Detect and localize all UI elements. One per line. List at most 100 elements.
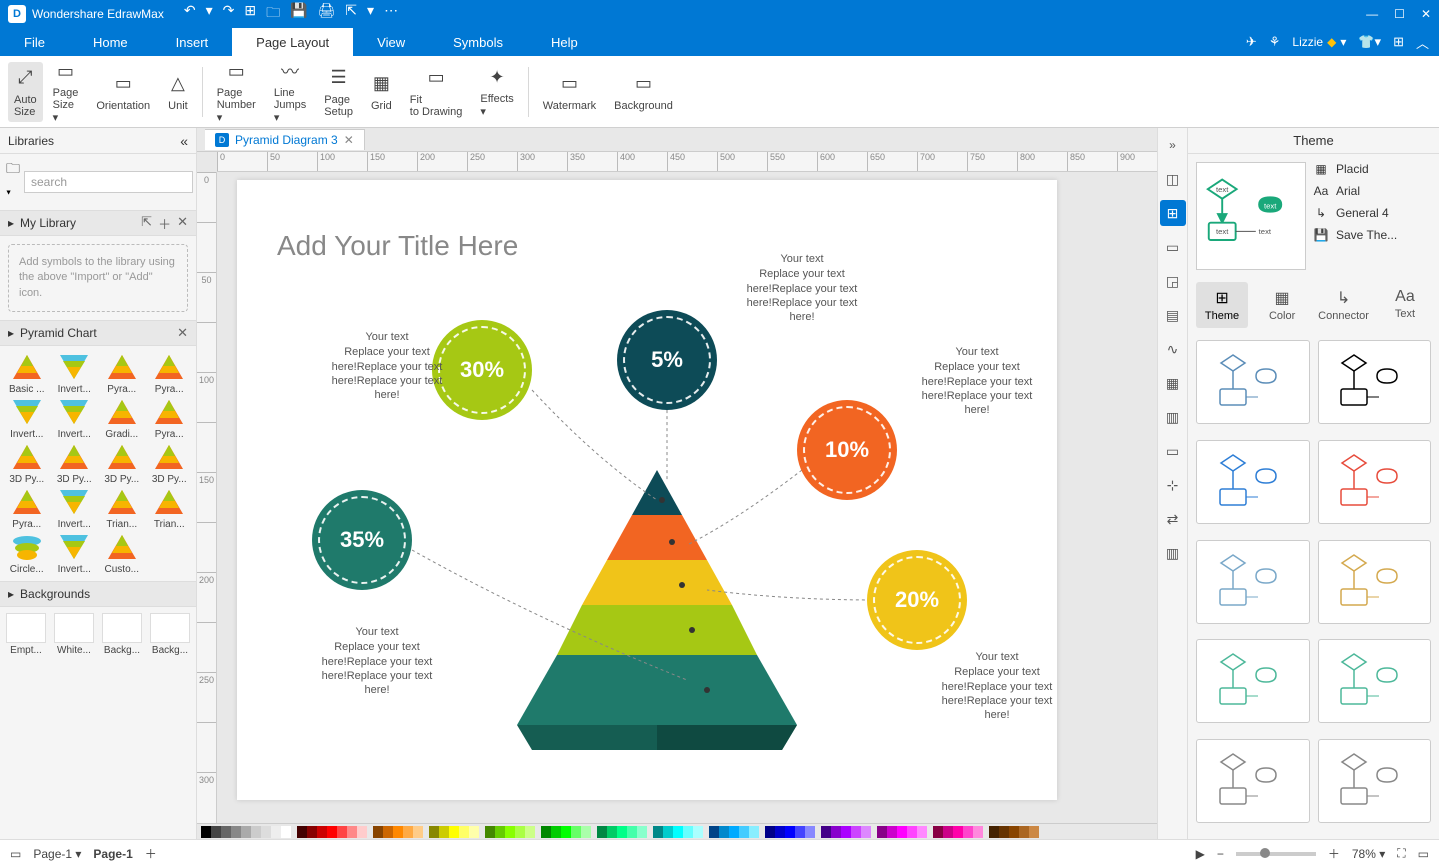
ribbon-watermark[interactable]: ▭Watermark [535,72,604,112]
menu-insert[interactable]: Insert [152,28,233,56]
play-icon[interactable]: ▶ [1196,847,1205,861]
color-swatch[interactable] [943,826,953,838]
qat-more-icon[interactable]: ⋯ [384,2,398,26]
library-dropdown-icon[interactable]: 🗀▾ [6,158,20,206]
shape-item[interactable]: 3D Py... [99,442,145,485]
color-swatch[interactable] [851,826,861,838]
color-swatch[interactable] [541,826,551,838]
shape-item[interactable]: Pyra... [4,487,50,530]
shape-item[interactable]: Pyra... [99,352,145,395]
color-swatch[interactable] [953,826,963,838]
ribbon-background[interactable]: ▭Background [606,72,681,112]
theme-item[interactable] [1196,639,1310,723]
percent-circle[interactable]: 30% [432,320,532,420]
color-swatch[interactable] [775,826,785,838]
color-swatch[interactable] [841,826,851,838]
percent-circle[interactable]: 35% [312,490,412,590]
menu-symbols[interactable]: Symbols [429,28,527,56]
menu-page-layout[interactable]: Page Layout [232,28,353,56]
color-swatch[interactable] [383,826,393,838]
color-swatch[interactable] [429,826,439,838]
color-swatch[interactable] [607,826,617,838]
page-layout-icon[interactable]: ▭ [10,847,21,861]
shape-item[interactable]: Invert... [4,397,50,440]
color-swatch[interactable] [413,826,423,838]
shape-item[interactable]: Gradi... [99,397,145,440]
collapse-panel-icon[interactable]: « [180,133,188,149]
color-swatch[interactable] [449,826,459,838]
shape-item[interactable]: 3D Py... [147,442,193,485]
minimize-button[interactable]: — [1366,7,1378,21]
print-icon[interactable]: 🖨 [318,2,336,26]
annotation-text[interactable]: Your textReplace your text here!Replace … [317,625,437,697]
color-swatch[interactable] [917,826,927,838]
background-item[interactable]: White... [52,613,96,656]
color-swatch[interactable] [251,826,261,838]
save-icon[interactable]: 💾 [290,2,307,26]
right-tool-8[interactable]: ▥ [1160,404,1186,430]
color-swatch[interactable] [683,826,693,838]
color-swatch[interactable] [515,826,525,838]
maximize-button[interactable]: ☐ [1394,7,1405,21]
zoom-in-button[interactable]: ＋ [1328,845,1340,862]
theme-tab-theme[interactable]: ⊞Theme [1196,282,1248,328]
background-item[interactable]: Empt... [4,613,48,656]
open-icon[interactable]: 🗀 [266,2,280,26]
right-tool-11[interactable]: ⇄ [1160,506,1186,532]
ribbon-fit-to-drawing[interactable]: ▭Fitto Drawing [402,66,471,118]
color-swatch[interactable] [241,826,251,838]
percent-circle[interactable]: 10% [797,400,897,500]
background-item[interactable]: Backg... [148,613,192,656]
color-swatch[interactable] [617,826,627,838]
color-swatch[interactable] [439,826,449,838]
fullscreen-icon[interactable]: ▭ [1418,847,1429,861]
shape-item[interactable]: Pyra... [147,397,193,440]
theme-prop[interactable]: ↳General 4 [1312,206,1431,220]
menu-file[interactable]: File [0,28,69,56]
color-swatch[interactable] [637,826,647,838]
color-swatch[interactable] [231,826,241,838]
section-backgrounds[interactable]: ▸Backgrounds [0,581,196,607]
close-tab-icon[interactable]: ✕ [344,133,354,147]
ribbon-page-setup[interactable]: ☰PageSetup [316,66,361,118]
page-title[interactable]: Add Your Title Here [277,230,518,262]
color-swatch[interactable] [403,826,413,838]
color-swatch[interactable] [393,826,403,838]
color-swatch[interactable] [719,826,729,838]
send-icon[interactable]: ✈ [1246,34,1257,50]
pyramid-shape[interactable] [497,470,817,750]
color-swatch[interactable] [337,826,347,838]
shape-item[interactable]: Basic ... [4,352,50,395]
color-swatch[interactable] [221,826,231,838]
color-swatch[interactable] [271,826,281,838]
annotation-text[interactable]: Your textReplace your text here!Replace … [327,330,447,402]
color-swatch[interactable] [505,826,515,838]
background-item[interactable]: Backg... [100,613,144,656]
color-swatch[interactable] [201,826,211,838]
redo-icon[interactable]: ↷ [223,2,235,26]
color-swatch[interactable] [765,826,775,838]
color-swatch[interactable] [963,826,973,838]
add-page-button[interactable]: ＋ [145,845,157,862]
theme-item[interactable] [1318,639,1432,723]
section-my-library[interactable]: ▸My Library ⇱＋✕ [0,210,196,236]
color-swatch[interactable] [831,826,841,838]
close-button[interactable]: ✕ [1421,7,1431,21]
color-swatch[interactable] [261,826,271,838]
apps-icon[interactable]: ⊞ [1393,34,1404,50]
right-tool-9[interactable]: ▭ [1160,438,1186,464]
color-swatch[interactable] [887,826,897,838]
close-section-icon[interactable]: ✕ [177,325,188,341]
theme-prop[interactable]: 💾Save The... [1312,228,1431,242]
right-tool-12[interactable]: ▥ [1160,540,1186,566]
color-swatch[interactable] [749,826,759,838]
color-swatch[interactable] [581,826,591,838]
annotation-text[interactable]: Your textReplace your text here!Replace … [937,650,1057,722]
shirt-icon[interactable]: 👕▾ [1358,34,1381,50]
fit-page-icon[interactable]: ⛶ [1397,846,1405,861]
ribbon-page-size-[interactable]: ▭PageSize▾ [45,59,87,124]
color-swatch[interactable] [821,826,831,838]
theme-item[interactable] [1318,739,1432,823]
color-swatch[interactable] [877,826,887,838]
color-swatch[interactable] [693,826,703,838]
